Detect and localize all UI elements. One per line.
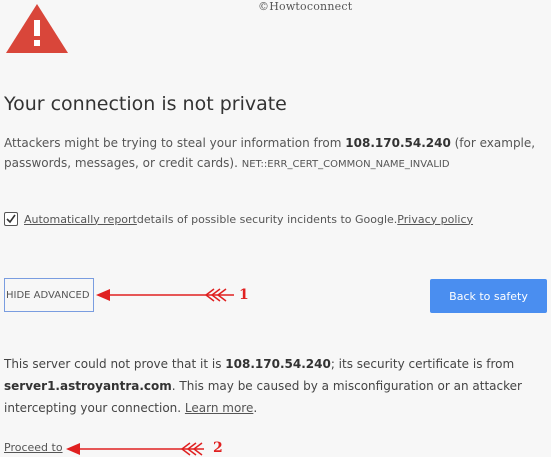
watermark: ©Howtoconnect xyxy=(258,0,353,13)
hide-advanced-button[interactable]: HIDE ADVANCED xyxy=(4,278,94,312)
checkmark-icon xyxy=(6,214,16,224)
proceed-link[interactable]: Proceed to xyxy=(4,441,63,454)
warning-icon xyxy=(6,4,68,53)
annotation-arrow-1 xyxy=(96,288,234,302)
error-description: Attackers might be trying to steal your … xyxy=(4,133,544,175)
back-to-safety-label: Back to safety xyxy=(449,289,528,303)
detail-part2: ; its security certificate is from xyxy=(330,357,515,371)
report-text: details of possible security incidents t… xyxy=(136,212,398,226)
annotation-label-2: 2 xyxy=(213,440,223,456)
detail-part4: . xyxy=(253,401,258,415)
detail-part1: This server could not prove that it is xyxy=(4,357,226,371)
host-name: 108.170.54.240 xyxy=(345,136,451,150)
error-code: NET::ERR_CERT_COMMON_NAME_INVALID xyxy=(241,159,450,170)
report-checkbox[interactable] xyxy=(4,212,18,226)
back-to-safety-button[interactable]: Back to safety xyxy=(430,279,547,313)
annotation-arrow-2 xyxy=(66,442,204,456)
desc-prefix: Attackers might be trying to steal your … xyxy=(4,136,346,150)
certificate-issuer: server1.astroyantra.com xyxy=(4,379,172,393)
annotation-label-1: 1 xyxy=(239,287,249,303)
auto-report-link[interactable]: Automatically report xyxy=(24,213,137,226)
learn-more-link[interactable]: Learn more xyxy=(185,401,253,415)
hide-advanced-label: HIDE ADVANCED xyxy=(6,289,90,301)
privacy-policy-link[interactable]: Privacy policy xyxy=(397,213,473,226)
page-title: Your connection is not private xyxy=(4,93,287,115)
advanced-details: This server could not prove that it is 1… xyxy=(4,353,544,419)
detail-host: 108.170.54.240 xyxy=(225,357,331,371)
report-row: Automatically report details of possible… xyxy=(4,212,473,226)
